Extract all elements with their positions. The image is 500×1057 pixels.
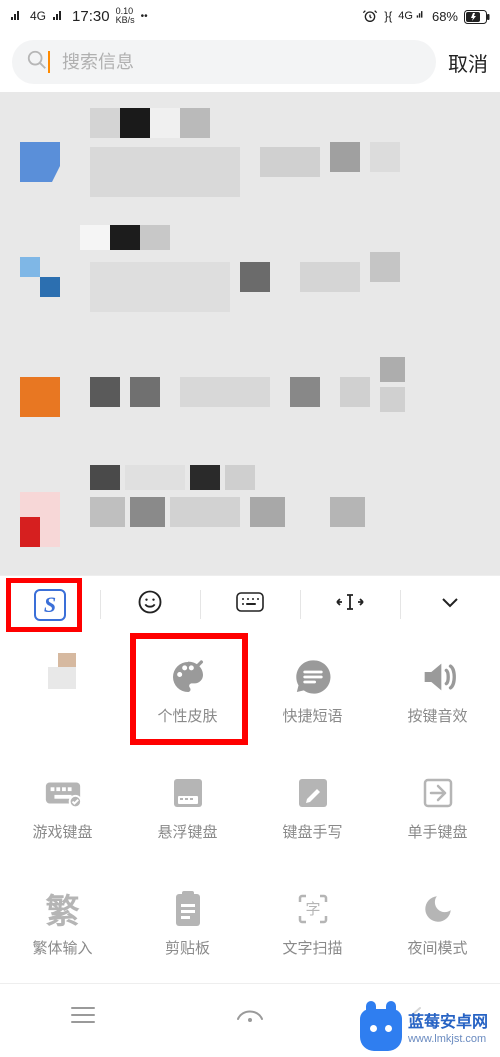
grid-label: 游戏键盘 — [32, 821, 92, 842]
watermark: 蓝莓安卓网 www.lmkjst.com — [356, 1007, 492, 1053]
grid-label: 按键音效 — [407, 705, 467, 726]
watermark-title: 蓝莓安卓网 — [408, 1014, 488, 1032]
ime-logo-button[interactable]: S — [0, 576, 100, 633]
grid-item-floatkeyboard[interactable]: 悬浮键盘 — [125, 749, 250, 865]
grid-label: 快捷短语 — [282, 705, 342, 726]
list-item[interactable] — [0, 92, 500, 217]
signal-icon-1 — [10, 9, 24, 24]
emoji-button[interactable] — [100, 576, 200, 633]
list-item[interactable] — [0, 217, 500, 337]
ime-toolbar: S — [0, 575, 500, 633]
grid-item-keysound[interactable]: 按键音效 — [375, 633, 500, 749]
cancel-button[interactable]: 取消 — [448, 48, 488, 77]
grid-item-gamekeyboard[interactable]: 游戏键盘 — [0, 749, 125, 865]
keyboard-switch-button[interactable] — [200, 576, 300, 633]
signal-4g-label-1: 4G — [30, 9, 46, 23]
search-input[interactable] — [62, 52, 422, 73]
game-keyboard-icon — [43, 773, 83, 813]
search-box[interactable] — [12, 40, 436, 84]
moon-icon — [418, 889, 458, 929]
watermark-logo-icon — [360, 1009, 402, 1051]
speaker-icon — [418, 657, 458, 697]
collapse-keyboard-button[interactable] — [400, 576, 500, 633]
grid-label: 文字扫描 — [282, 937, 342, 958]
cursor-move-icon — [334, 590, 366, 619]
status-time: 17:30 — [72, 8, 110, 25]
cursor-move-button[interactable] — [300, 576, 400, 633]
emoji-icon — [136, 588, 164, 621]
status-bar: 4G 17:30 0.10KB/s •• }{ 4G 68% — [0, 0, 500, 32]
app-icon — [20, 257, 60, 297]
text-scan-icon: 字 — [293, 889, 333, 929]
grid-label: 悬浮键盘 — [157, 821, 217, 842]
search-row: 取消 — [0, 32, 500, 92]
signal-icon-2 — [52, 9, 66, 24]
grid-label: 个性皮肤 — [157, 705, 217, 726]
grid-item-nightmode[interactable]: 夜间模式 — [375, 865, 500, 981]
grid-item-quickphrase[interactable]: 快捷短语 — [250, 633, 375, 749]
sogou-logo-icon: S — [34, 589, 66, 621]
app-icon — [20, 377, 60, 417]
grid-label: 单手键盘 — [407, 821, 467, 842]
float-keyboard-icon — [168, 773, 208, 813]
status-dots: •• — [141, 11, 148, 22]
grid-item-handwrite[interactable]: 键盘手写 — [250, 749, 375, 865]
grid-item-clipboard[interactable]: 剪贴板 — [125, 865, 250, 981]
app-icon — [20, 142, 60, 182]
grid-item-recent[interactable] — [0, 633, 125, 749]
grid-label: 繁体输入 — [32, 937, 92, 958]
list-item[interactable] — [0, 337, 500, 457]
battery-charging-icon — [464, 8, 490, 24]
keyboard-icon — [235, 590, 265, 619]
nav-recent-button[interactable] — [53, 995, 113, 1035]
grid-item-textscan[interactable]: 字 文字扫描 — [250, 865, 375, 981]
handwrite-icon — [293, 773, 333, 813]
text-cursor — [48, 51, 50, 73]
net-speed: 0.10KB/s — [116, 7, 135, 25]
clipboard-icon — [168, 889, 208, 929]
vibrate-icon: }{ — [384, 9, 392, 23]
ime-settings-panel: 个性皮肤 快捷短语 按键音效 游戏键盘 悬浮键盘 — [0, 633, 500, 983]
onehand-icon — [418, 773, 458, 813]
search-icon — [26, 49, 48, 76]
message-list[interactable] — [0, 92, 500, 575]
grid-item-skin[interactable]: 个性皮肤 — [125, 633, 250, 749]
svg-text:字: 字 — [305, 901, 320, 918]
chevron-down-icon — [438, 590, 462, 619]
nav-home-button[interactable] — [220, 995, 280, 1035]
grid-label: 键盘手写 — [282, 821, 342, 842]
grid-item-onehand[interactable]: 单手键盘 — [375, 749, 500, 865]
list-item[interactable] — [0, 457, 500, 575]
app-icon — [20, 492, 60, 547]
palette-icon — [168, 657, 208, 697]
traditional-icon: 繁 — [43, 889, 83, 929]
signal-4g-label-2: 4G — [398, 9, 426, 22]
grid-label: 夜间模式 — [407, 937, 467, 958]
watermark-url: www.lmkjst.com — [408, 1033, 488, 1046]
grid-item-traditional[interactable]: 繁 繁体输入 — [0, 865, 125, 981]
chat-lines-icon — [293, 657, 333, 697]
grid-label: 剪贴板 — [165, 937, 210, 958]
battery-percent: 68% — [432, 9, 458, 24]
alarm-icon — [362, 8, 378, 25]
